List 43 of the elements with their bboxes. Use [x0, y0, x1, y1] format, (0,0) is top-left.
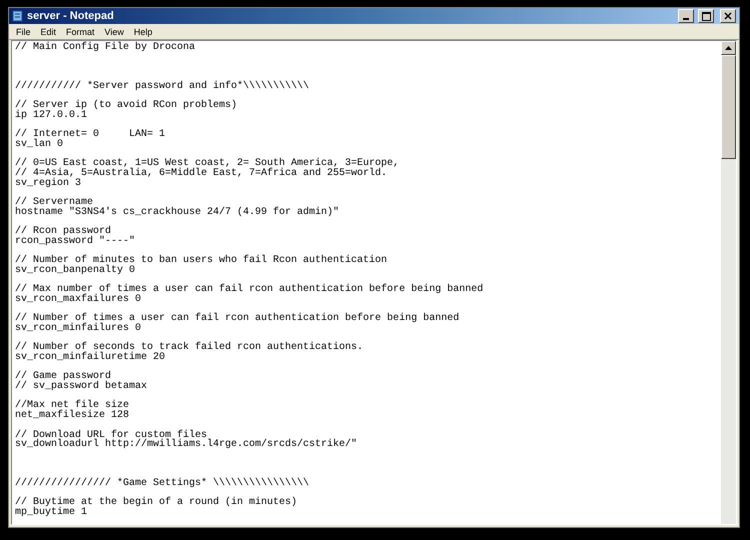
code-line: sv_rcon_minfailuretime 20: [15, 353, 166, 363]
menu-item[interactable]: View: [100, 26, 129, 36]
code-line: //////////////// *Game Settings* \\\\\\\\\\\\\\\\: [15, 478, 310, 489]
code-line: net_maxfilesize 128: [15, 411, 130, 421]
code-line: // Servername: [15, 198, 94, 208]
window-title: server - Notepad: [27, 10, 115, 22]
code-line: sv_downloadurl http://mwilliams.l4rge.com/srcds/cstrike/": [15, 440, 358, 450]
code-line: rcon_password "----": [15, 236, 136, 246]
code-line: hostname "S3NS4's cs_crackhouse 24/7 (4.99 for admin)": [15, 208, 340, 218]
code-line: sv_region 3: [15, 178, 82, 188]
code-line: mp_buytime 1: [15, 508, 88, 518]
code-line: sv_rcon_minfailures 0: [15, 324, 142, 334]
scroll-up-button[interactable]: [721, 41, 736, 55]
close-icon: [724, 12, 732, 20]
minimize-button[interactable]: [678, 9, 694, 23]
code-line: // Buytime at the begin of a round (in minutes): [15, 498, 298, 508]
maximize-icon: [702, 12, 710, 20]
code-line: sv_lan 0: [15, 140, 64, 150]
close-button[interactable]: [720, 9, 736, 23]
maximize-button[interactable]: [698, 9, 714, 23]
code-line: // Main Config File by Drocona: [15, 43, 196, 53]
code-line: // Max number of times a user can fail rcon authentication before being banned: [15, 285, 484, 295]
code-line: // Number of seconds to track failed rcon authentications.: [15, 343, 364, 353]
code-line: // 4=Asia, 5=Australia, 6=Middle East, 7=Africa and 255=world.: [15, 168, 388, 179]
code-line: /////////// *Server password and info*\\\\\\\\\\\: [15, 82, 310, 92]
code-line: // Internet= 0 LAN= 1: [15, 130, 166, 140]
code-line: // Number of minutes to ban users who fail Rcon authentication: [15, 256, 388, 266]
code-line: sv_rcon_maxfailures 0: [15, 294, 142, 305]
scrollbar-thumb[interactable]: [721, 55, 736, 159]
code-line: // 0=US East coast, 1=US West coast, 2= South America, 3=Europe,: [15, 159, 400, 169]
menu-item[interactable]: Format: [61, 26, 100, 36]
code-line: // Rcon password: [15, 227, 112, 237]
code-line: // Number of times a user can fail rcon authentication before being banned: [15, 314, 460, 324]
menu-item[interactable]: Help: [128, 26, 158, 36]
vertical-scrollbar[interactable]: [721, 41, 736, 524]
up-arrow-icon: [725, 46, 732, 50]
code-line: // Server ip (to avoid RCon problems): [15, 101, 238, 111]
code-line: sv_rcon_banpenalty 0: [15, 266, 136, 276]
notepad-icon: [12, 10, 23, 22]
menu-item[interactable]: Edit: [36, 26, 62, 36]
menu-item[interactable]: File: [11, 26, 36, 36]
code-line: ip 127.0.0.1: [15, 110, 88, 120]
code-line: // sv_password betamax: [15, 382, 148, 392]
